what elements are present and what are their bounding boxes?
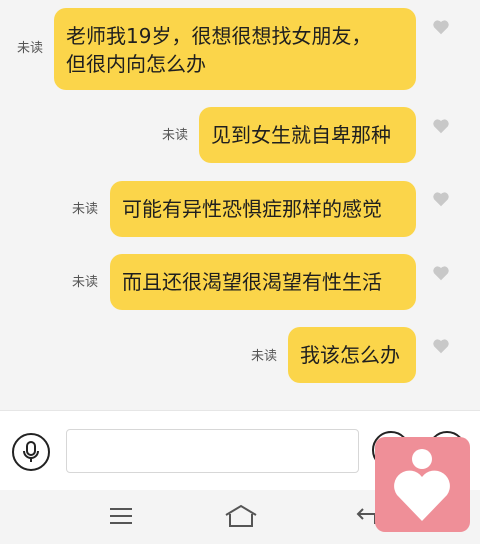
heart-icon[interactable] bbox=[432, 18, 450, 36]
app-logo bbox=[375, 437, 470, 532]
unread-status: 未读 bbox=[72, 275, 99, 290]
message-bubble[interactable]: 而且还很渴望很渴望有性生活 bbox=[110, 254, 416, 310]
home-icon[interactable] bbox=[224, 504, 258, 528]
unread-status: 未读 bbox=[17, 41, 44, 56]
heart-icon[interactable] bbox=[432, 190, 450, 208]
menu-icon[interactable] bbox=[109, 507, 133, 525]
message-bubble[interactable]: 老师我19岁，很想很想找女朋友， 但很内向怎么办 bbox=[54, 8, 416, 90]
message-bubble[interactable]: 我该怎么办 bbox=[288, 327, 416, 383]
heart-icon[interactable] bbox=[432, 264, 450, 282]
message-bubble[interactable]: 见到女生就自卑那种 bbox=[199, 107, 416, 163]
message-bubble[interactable]: 可能有异性恐惧症那样的感觉 bbox=[110, 181, 416, 237]
unread-status: 未读 bbox=[162, 128, 189, 143]
unread-status: 未读 bbox=[72, 202, 99, 217]
heart-person-logo bbox=[394, 449, 450, 521]
microphone-icon bbox=[23, 441, 39, 462]
message-input[interactable] bbox=[66, 429, 359, 473]
back-icon[interactable] bbox=[355, 506, 377, 526]
chat-area: 未读 老师我19岁，很想很想找女朋友， 但很内向怎么办 未读 见到女生就自卑那种… bbox=[0, 0, 480, 410]
heart-icon[interactable] bbox=[432, 337, 450, 355]
heart-icon[interactable] bbox=[432, 117, 450, 135]
unread-status: 未读 bbox=[251, 349, 278, 364]
voice-button[interactable] bbox=[12, 433, 50, 471]
